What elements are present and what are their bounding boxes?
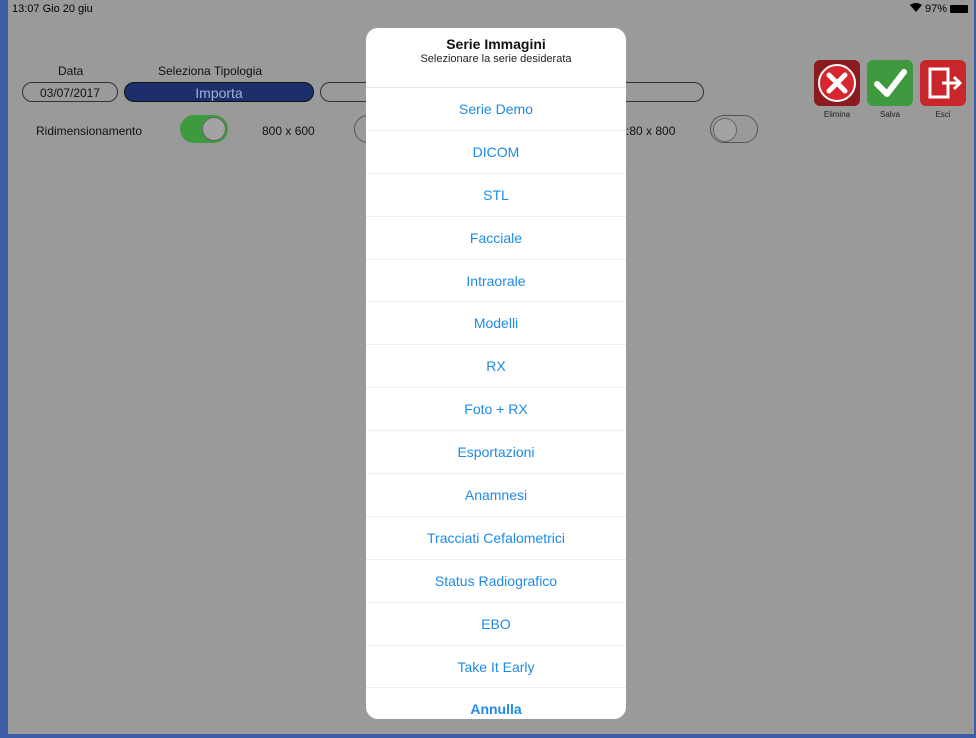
toggle-knob xyxy=(202,117,226,141)
option-foto-rx[interactable]: Foto + RX xyxy=(366,388,626,432)
option-rx[interactable]: RX xyxy=(366,345,626,389)
option-status-radiografico[interactable]: Status Radiografico xyxy=(366,560,626,603)
esci-button[interactable] xyxy=(920,60,966,106)
status-right: 97% xyxy=(909,3,968,15)
wifi-icon xyxy=(909,3,922,15)
toggle-knob xyxy=(713,118,737,142)
option-take-it-early[interactable]: Take It Early xyxy=(366,646,626,689)
option-tracciati-cefalometrici[interactable]: Tracciati Cefalometrici xyxy=(366,517,626,560)
ridimensionamento-label: Ridimensionamento xyxy=(36,124,143,138)
exit-icon xyxy=(928,67,963,99)
size-toggle-2[interactable] xyxy=(710,115,758,143)
elimina-button[interactable] xyxy=(814,60,860,106)
sheet-title: Serie Immagini xyxy=(446,36,546,52)
battery-icon xyxy=(950,5,968,13)
data-label: Data xyxy=(58,64,84,78)
salva-label: Salva xyxy=(879,110,900,119)
battery-percent: 97% xyxy=(924,3,947,15)
status-bar: 13:07 Gio 20 giu 97% xyxy=(8,0,974,18)
option-esportazioni[interactable]: Esportazioni xyxy=(366,431,626,475)
checkmark-icon xyxy=(874,69,907,97)
esci-label: Esci xyxy=(935,110,951,119)
option-intraorale[interactable]: Intraorale xyxy=(366,260,626,303)
tipologia-label: Seleziona Tipologia xyxy=(158,64,263,78)
importa-button[interactable]: Importa xyxy=(124,82,314,102)
serie-immagini-sheet: Serie Immagini Selezionare la serie desi… xyxy=(366,28,626,719)
option-anamnesi[interactable]: Anamnesi xyxy=(366,474,626,517)
size-label-2: :80 x 800 xyxy=(626,124,676,138)
option-stl[interactable]: STL xyxy=(366,174,626,217)
option-dicom[interactable]: DICOM xyxy=(366,131,626,174)
sheet-header: Serie Immagini Selezionare la serie desi… xyxy=(366,28,626,88)
option-facciale[interactable]: Facciale xyxy=(366,217,626,260)
option-modelli[interactable]: Modelli xyxy=(366,302,626,346)
size-800x600-label: 800 x 600 xyxy=(262,124,315,138)
cancel-button[interactable]: Annulla xyxy=(366,688,626,719)
delete-icon xyxy=(818,64,856,102)
salva-button[interactable] xyxy=(867,60,913,106)
sheet-subtitle: Selezionare la serie desiderata xyxy=(420,53,572,65)
date-field[interactable]: 03/07/2017 xyxy=(22,82,118,102)
elimina-label: Elimina xyxy=(823,110,851,119)
status-time: 13:07 Gio 20 giu xyxy=(12,3,93,15)
option-ebo[interactable]: EBO xyxy=(366,603,626,646)
ridimensionamento-toggle[interactable] xyxy=(180,115,228,143)
option-serie-demo[interactable]: Serie Demo xyxy=(366,88,626,131)
